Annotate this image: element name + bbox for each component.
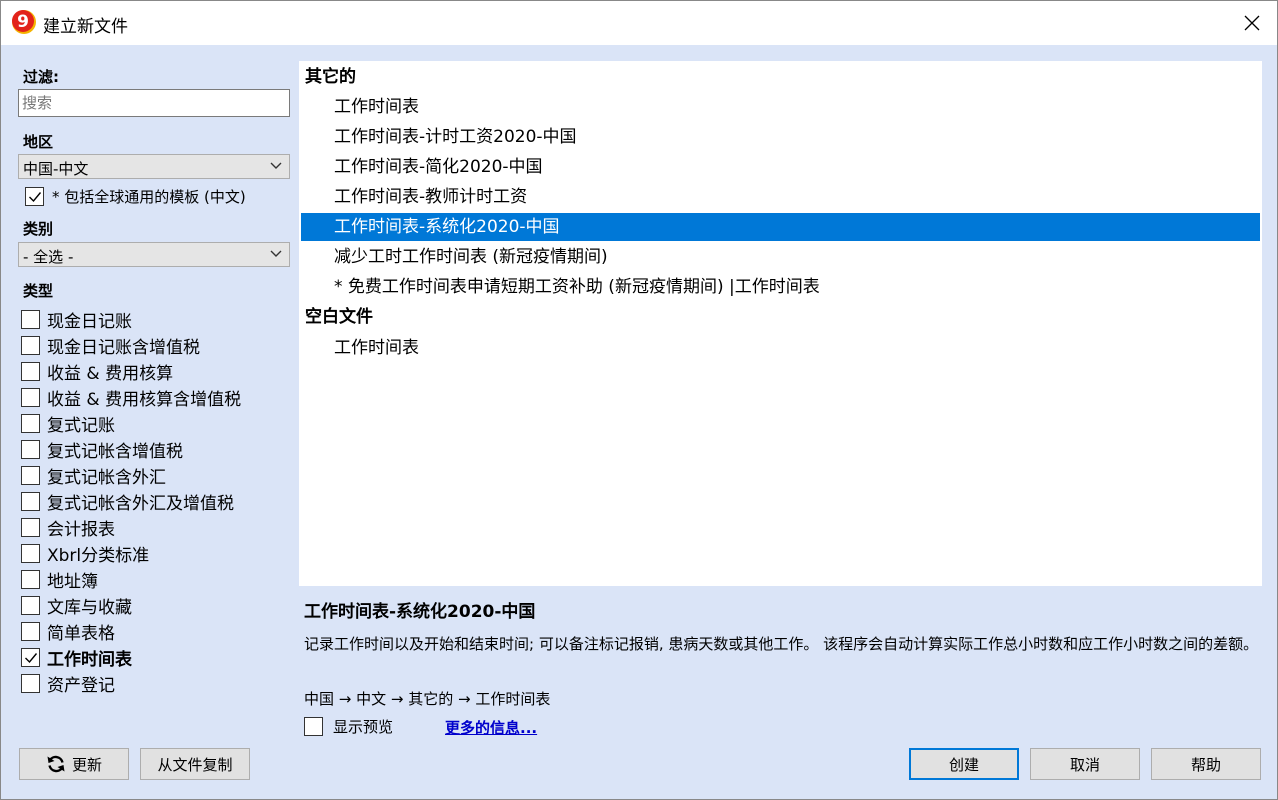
type-checkbox[interactable] bbox=[21, 439, 40, 459]
type-label: 简单表格 bbox=[47, 623, 115, 644]
type-label: 工作时间表 bbox=[47, 649, 132, 670]
tree-item-selected[interactable]: 工作时间表-系统化2020-中国 bbox=[301, 213, 1260, 241]
type-label: 复式记帐含增值税 bbox=[47, 441, 183, 462]
type-checkbox[interactable] bbox=[21, 673, 40, 693]
type-checkbox[interactable] bbox=[21, 309, 40, 329]
type-filter-item[interactable]: 地址簿 bbox=[21, 566, 241, 592]
include-global-label: * 包括全球通用的模板 (中文) bbox=[52, 188, 246, 206]
type-checkbox[interactable] bbox=[21, 595, 40, 615]
title-bar: 9 建立新文件 bbox=[0, 0, 1278, 45]
types-label: 类型 bbox=[23, 282, 54, 300]
svg-text:9: 9 bbox=[17, 12, 29, 32]
tree-item[interactable]: 工作时间表-计时工资2020-中国 bbox=[301, 123, 1260, 151]
type-label: 复式记帐含外汇及增值税 bbox=[47, 493, 234, 514]
type-checkbox[interactable] bbox=[21, 647, 40, 667]
type-label: 资产登记 bbox=[47, 675, 115, 696]
tree-group-header[interactable]: 其它的 bbox=[301, 63, 1260, 91]
type-filter-item[interactable]: 文库与收藏 bbox=[21, 592, 241, 618]
category-select-value: - 全选 - bbox=[23, 248, 74, 266]
close-button[interactable] bbox=[1227, 1, 1277, 45]
tree-item[interactable]: 工作时间表-简化2020-中国 bbox=[301, 153, 1260, 181]
type-checkbox[interactable] bbox=[21, 465, 40, 485]
type-filter-item[interactable]: 复式记帐含增值税 bbox=[21, 436, 241, 462]
category-select[interactable]: - 全选 - bbox=[18, 242, 290, 267]
tree-group-header[interactable]: 空白文件 bbox=[301, 303, 1260, 331]
search-input[interactable] bbox=[18, 89, 290, 117]
checkmark-icon bbox=[25, 652, 38, 663]
type-filter-item[interactable]: 收益 & 费用核算含增值税 bbox=[21, 384, 241, 410]
type-checkbox[interactable] bbox=[21, 491, 40, 511]
type-filter-item[interactable]: 会计报表 bbox=[21, 514, 241, 540]
region-select-value: 中国-中文 bbox=[23, 160, 89, 178]
type-label: 复式记帐含外汇 bbox=[47, 467, 166, 488]
window-title: 建立新文件 bbox=[43, 17, 128, 37]
type-label: 会计报表 bbox=[47, 519, 115, 540]
type-filter-item[interactable]: Xbrl分类标准 bbox=[21, 540, 241, 566]
type-filter-item[interactable]: 简单表格 bbox=[21, 618, 241, 644]
show-preview-checkbox[interactable]: 显示预览 bbox=[304, 716, 393, 737]
type-label: 收益 & 费用核算含增值税 bbox=[47, 389, 242, 410]
type-label: 现金日记账 bbox=[47, 311, 132, 332]
type-label: 收益 & 费用核算 bbox=[47, 363, 174, 384]
type-filter-list: 现金日记账 现金日记账含增值税 收益 & 费用核算 收益 & 费用核算含增值税 … bbox=[21, 306, 241, 696]
region-label: 地区 bbox=[23, 133, 54, 151]
close-icon bbox=[1244, 15, 1260, 31]
tree-item[interactable]: 工作时间表-教师计时工资 bbox=[301, 183, 1260, 211]
details-title: 工作时间表-系统化2020-中国 bbox=[304, 602, 536, 622]
type-checkbox[interactable] bbox=[21, 569, 40, 589]
type-checkbox[interactable] bbox=[21, 335, 40, 355]
details-path: 中国 → 中文 → 其它的 → 工作时间表 bbox=[304, 690, 551, 708]
update-button-label: 更新 bbox=[71, 755, 102, 774]
tree-item[interactable]: * 免费工作时间表申请短期工资补助 (新冠疫情期间) |工作时间表 bbox=[301, 273, 1260, 301]
type-filter-item[interactable]: 复式记帐含外汇及增值税 bbox=[21, 488, 241, 514]
type-checkbox[interactable] bbox=[21, 361, 40, 381]
type-label: 文库与收藏 bbox=[47, 597, 132, 618]
show-preview-label: 显示预览 bbox=[333, 718, 394, 736]
include-global-check-box[interactable] bbox=[25, 187, 44, 206]
region-select[interactable]: 中国-中文 bbox=[18, 154, 290, 179]
tree-item[interactable]: 减少工时工作时间表 (新冠疫情期间) bbox=[301, 243, 1260, 271]
more-info-link[interactable]: 更多的信息... bbox=[445, 717, 537, 738]
type-filter-item[interactable]: 现金日记账含增值税 bbox=[21, 332, 241, 358]
copy-from-file-button[interactable]: 从文件复制 bbox=[140, 748, 250, 780]
details-description: 记录工作时间以及开始和结束时间; 可以备注标记报销, 患病天数或其他工作。 该程… bbox=[304, 635, 1259, 653]
tree-item[interactable]: 工作时间表 bbox=[301, 93, 1260, 121]
dialog-body: 过滤: 地区 中国-中文 * 包括全球通用的模板 (中文) 类别 - 全选 - … bbox=[0, 45, 1278, 800]
show-preview-check-box[interactable] bbox=[304, 717, 323, 736]
type-label: 现金日记账含增值税 bbox=[47, 337, 200, 358]
type-label: 地址簿 bbox=[47, 571, 98, 592]
type-checkbox[interactable] bbox=[21, 413, 40, 433]
type-filter-item[interactable]: 现金日记账 bbox=[21, 306, 241, 332]
type-filter-item[interactable]: 工作时间表 bbox=[21, 644, 241, 670]
chevron-down-icon bbox=[270, 250, 282, 257]
type-checkbox[interactable] bbox=[21, 543, 40, 563]
type-label: Xbrl分类标准 bbox=[47, 545, 150, 566]
cancel-button[interactable]: 取消 bbox=[1030, 748, 1140, 780]
type-checkbox[interactable] bbox=[21, 387, 40, 407]
refresh-icon bbox=[47, 755, 65, 773]
template-tree[interactable]: 其它的 工作时间表 工作时间表-计时工资2020-中国 工作时间表-简化2020… bbox=[299, 61, 1262, 586]
type-filter-item[interactable]: 资产登记 bbox=[21, 670, 241, 696]
help-button[interactable]: 帮助 bbox=[1151, 748, 1261, 780]
create-button[interactable]: 创建 bbox=[909, 748, 1019, 780]
include-global-checkbox[interactable]: * 包括全球通用的模板 (中文) bbox=[25, 186, 246, 207]
filter-label: 过滤: bbox=[23, 68, 59, 86]
update-button[interactable]: 更新 bbox=[19, 748, 129, 780]
type-checkbox[interactable] bbox=[21, 621, 40, 641]
category-label: 类别 bbox=[23, 220, 54, 238]
checkmark-icon bbox=[29, 192, 42, 203]
type-filter-item[interactable]: 复式记帐含外汇 bbox=[21, 462, 241, 488]
chevron-down-icon bbox=[270, 162, 282, 169]
type-checkbox[interactable] bbox=[21, 517, 40, 537]
type-label: 复式记账 bbox=[47, 415, 115, 436]
tree-item[interactable]: 工作时间表 bbox=[301, 334, 1260, 362]
type-filter-item[interactable]: 收益 & 费用核算 bbox=[21, 358, 241, 384]
type-filter-item[interactable]: 复式记账 bbox=[21, 410, 241, 436]
app-logo-icon: 9 bbox=[12, 10, 36, 34]
